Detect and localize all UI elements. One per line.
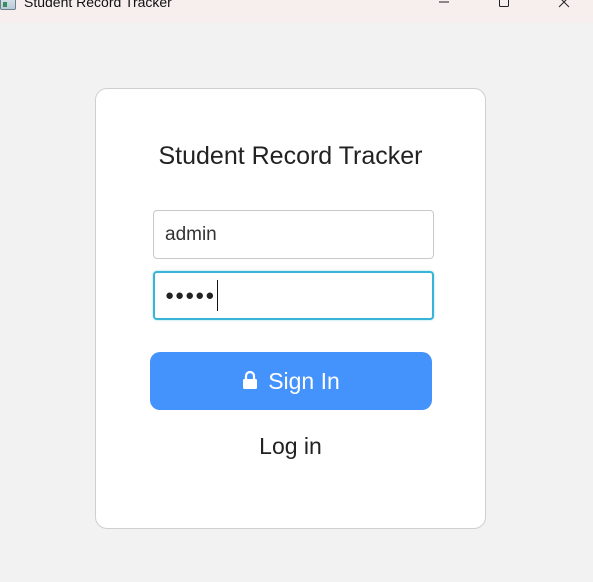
lock-icon xyxy=(242,370,258,390)
close-button[interactable] xyxy=(541,0,587,16)
app-window-icon xyxy=(0,0,16,10)
log-in-link[interactable]: Log in xyxy=(96,432,485,460)
title-bar[interactable]: Student Record Tracker xyxy=(0,0,593,23)
password-field[interactable]: ●●●●● xyxy=(153,271,434,320)
username-value: admin xyxy=(165,223,217,245)
sign-in-button[interactable]: Sign In xyxy=(150,352,432,410)
maximize-button[interactable] xyxy=(481,0,527,16)
app-window: Student Record Tracker Student Record Tr… xyxy=(0,0,593,582)
window-title: Student Record Tracker xyxy=(24,0,172,10)
close-icon xyxy=(558,0,570,8)
password-mask: ●●●●● xyxy=(165,287,216,304)
sign-in-label: Sign In xyxy=(268,367,340,394)
maximize-icon xyxy=(498,0,510,8)
login-card: Student Record Tracker admin ●●●●● Sign … xyxy=(95,88,486,529)
minimize-button[interactable] xyxy=(421,0,467,16)
login-heading: Student Record Tracker xyxy=(158,142,423,170)
text-caret xyxy=(217,280,219,311)
username-field[interactable]: admin xyxy=(153,210,434,259)
password-value-wrap: ●●●●● xyxy=(165,273,219,318)
minimize-icon xyxy=(438,0,450,8)
